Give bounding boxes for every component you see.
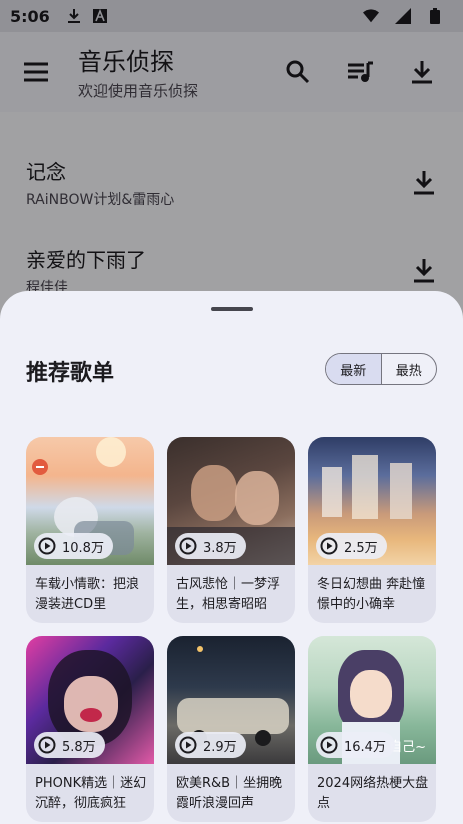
play-count-chip: 2.5万 (316, 533, 387, 559)
play-count-chip: 10.8万 (34, 533, 113, 559)
play-count: 3.8万 (203, 540, 237, 556)
play-circle-icon (38, 537, 56, 555)
playlist-card[interactable]: 2.5万 冬日幻想曲 奔赴憧憬中的小确幸 (308, 437, 436, 623)
playlist-desc: 车载小情歌：把浪漫装进CD里 (35, 577, 140, 612)
segment-hottest[interactable]: 最热 (382, 354, 437, 384)
playlist-card[interactable]: 2.9万 欧美R&B｜坐拥晚霞听浪漫回声 (167, 636, 295, 822)
play-count: 2.5万 (344, 540, 378, 556)
play-count: 16.4万 (344, 739, 386, 755)
playlist-card[interactable]: 10.8万 车载小情歌：把浪漫装进CD里 (26, 437, 154, 623)
play-circle-icon (320, 736, 338, 754)
play-count: 10.8万 (62, 540, 104, 556)
playlist-card[interactable]: 3.8万 古风悲怆｜一梦浮生，相思寄昭昭 (167, 437, 295, 623)
remove-badge-icon (32, 459, 48, 475)
playlist-desc: 2024网络热梗大盘点 (317, 776, 429, 811)
play-count-chip: 5.8万 (34, 732, 105, 758)
play-circle-icon (38, 736, 56, 754)
playlist-desc: 冬日幻想曲 奔赴憧憬中的小确幸 (317, 577, 426, 612)
segment-newest[interactable]: 最新 (326, 354, 382, 384)
playlist-card[interactable]: 5.8万 PHONK精选｜迷幻沉醉，彻底疯狂 (26, 636, 154, 822)
recommend-bottom-sheet: 推荐歌单 最新 最热 10.8万 车载小情歌：把浪漫装进CD里 3.8万 古风悲… (0, 291, 463, 824)
play-count-chip: 3.8万 (175, 533, 246, 559)
play-count-chip: 16.4万 (316, 732, 395, 758)
play-count-chip: 2.9万 (175, 732, 246, 758)
play-count: 5.8万 (62, 739, 96, 755)
drag-handle[interactable] (211, 307, 253, 311)
playlist-desc: 欧美R&B｜坐拥晚霞听浪漫回声 (176, 776, 283, 811)
playlist-desc: 古风悲怆｜一梦浮生，相思寄昭昭 (176, 577, 281, 612)
play-circle-icon (320, 537, 338, 555)
play-circle-icon (179, 537, 197, 555)
playlist-desc: PHONK精选｜迷幻沉醉，彻底疯狂 (35, 776, 147, 811)
sheet-title: 推荐歌单 (26, 361, 115, 386)
playlist-card[interactable]: 自己~ 16.4万 2024网络热梗大盘点 (308, 636, 436, 822)
play-circle-icon (179, 736, 197, 754)
sort-segmented-control: 最新 最热 (325, 353, 437, 385)
play-count: 2.9万 (203, 739, 237, 755)
